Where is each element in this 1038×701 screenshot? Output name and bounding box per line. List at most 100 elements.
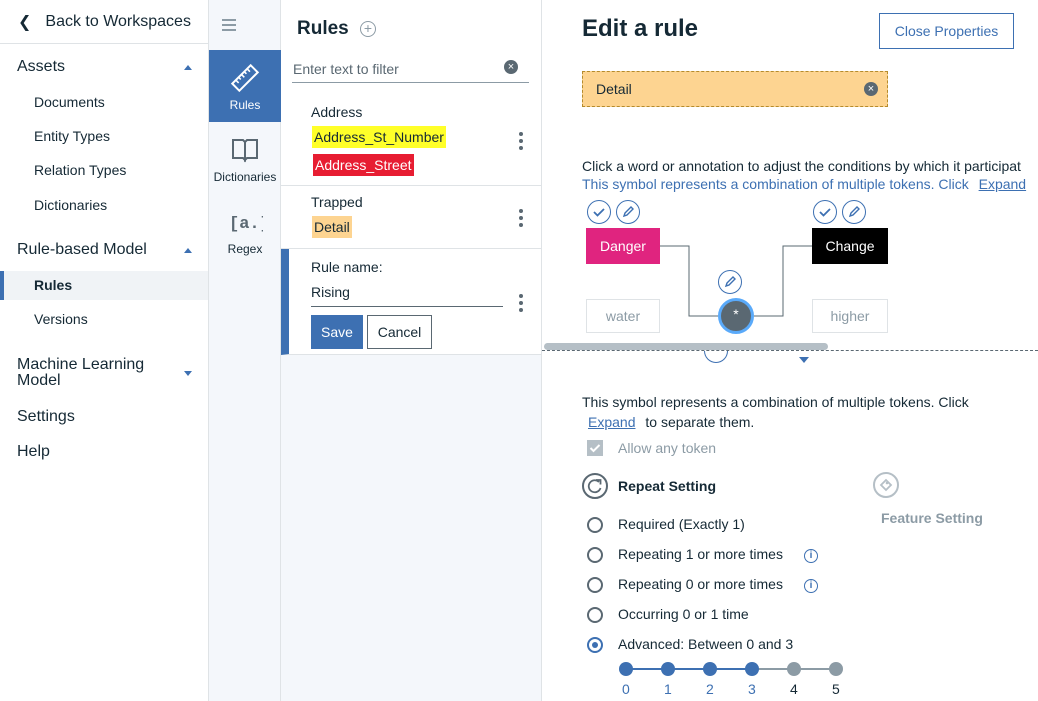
entity-type-box[interactable]: Detail — [582, 71, 888, 107]
overflow-menu-icon[interactable] — [519, 209, 523, 227]
ruler-icon — [230, 63, 260, 93]
token-group-star[interactable]: * — [718, 298, 754, 334]
radio-occurring-0-or-1[interactable] — [587, 607, 603, 623]
slider-tick-label: 2 — [706, 681, 714, 697]
feature-setting-title[interactable]: Feature Setting — [881, 510, 983, 526]
option-label: Required (Exactly 1) — [618, 516, 745, 532]
edit-rule-pane: Edit a rule Close Properties Detail × Cl… — [542, 0, 1038, 701]
feature-tag-icon[interactable] — [873, 472, 899, 498]
overflow-menu-icon[interactable] — [519, 294, 523, 312]
option-label: Occurring 0 or 1 time — [618, 606, 749, 622]
edit-pencil-icon[interactable] — [718, 270, 742, 294]
rail-label: Rules — [229, 98, 261, 112]
slider-track-active — [626, 668, 752, 670]
nav-item-rules[interactable]: Rules — [34, 277, 72, 293]
back-to-workspaces-link[interactable]: ❮ Back to Workspaces — [0, 0, 208, 44]
radio-advanced[interactable] — [587, 637, 603, 653]
info-icon[interactable]: i — [804, 549, 818, 563]
slider-step-dot[interactable] — [619, 662, 633, 676]
page-title: Edit a rule — [582, 15, 699, 42]
left-nav: ❮ Back to Workspaces Assets Documents En… — [0, 0, 209, 701]
filter-input[interactable] — [292, 55, 529, 83]
annotation-tag[interactable]: Detail — [312, 216, 352, 238]
allow-any-token-label: Allow any token — [618, 440, 717, 456]
option-label: Advanced: Between 0 and 3 — [618, 636, 794, 652]
slider-step-dot[interactable] — [745, 662, 759, 676]
rule-name: Trapped — [311, 194, 363, 210]
token-water[interactable]: water — [586, 299, 660, 333]
nav-active-indicator — [0, 271, 208, 300]
save-button[interactable]: Save — [311, 315, 363, 349]
detail-note-line1: This symbol represents a combination of … — [582, 394, 969, 410]
radio-repeating-1-or-more[interactable] — [587, 547, 603, 563]
token-danger[interactable]: Danger — [586, 228, 660, 264]
nav-section-label: Assets — [17, 58, 66, 75]
slider-step-dot[interactable] — [703, 662, 717, 676]
radio-required[interactable] — [587, 517, 603, 533]
nav-item-entity-types[interactable]: Entity Types — [34, 128, 110, 144]
nav-item-documents[interactable]: Documents — [34, 94, 105, 110]
caret-down-icon — [184, 371, 192, 376]
token-higher[interactable]: higher — [812, 299, 888, 333]
slider-step-dot[interactable] — [661, 662, 675, 676]
slider-step-dot[interactable] — [787, 662, 801, 676]
rules-title: Rules — [297, 18, 349, 39]
rules-panel-header: Rules + × — [281, 0, 541, 95]
check-circle-icon[interactable] — [587, 200, 611, 224]
nav-item-help[interactable]: Help — [17, 443, 50, 461]
nav-item-versions[interactable]: Versions — [34, 311, 88, 327]
expand-link[interactable]: Expand — [588, 414, 635, 430]
check-circle-icon[interactable] — [813, 200, 837, 224]
instruction-text: Click a word or annotation to adjust the… — [582, 158, 1021, 174]
slider-step-dot[interactable] — [829, 662, 843, 676]
rail-item-dictionaries[interactable]: Dictionaries — [209, 122, 281, 194]
edit-pencil-icon[interactable] — [616, 200, 640, 224]
regex-icon: [a.]+ — [229, 215, 263, 234]
caret-down-icon[interactable] — [799, 357, 809, 363]
rail-item-regex[interactable]: [a.]+ Regex — [209, 194, 281, 266]
nav-section-assets[interactable]: Assets — [17, 58, 192, 76]
rule-name-input[interactable]: Rising — [311, 283, 503, 307]
info-icon[interactable]: i — [804, 579, 818, 593]
nav-item-dictionaries[interactable]: Dictionaries — [34, 197, 107, 213]
allow-any-token-checkbox[interactable] — [587, 440, 603, 456]
rule-card-trapped[interactable]: Trapped Detail — [281, 186, 541, 249]
rule-name-label: Rule name: — [311, 259, 383, 275]
nav-section-ml-model[interactable]: Machine Learning Model — [17, 357, 192, 389]
slider-tick-label: 0 — [622, 681, 630, 697]
add-rule-icon[interactable]: + — [360, 21, 376, 37]
option-label: Repeating 0 or more times — [618, 576, 783, 592]
close-properties-button[interactable]: Close Properties — [879, 13, 1014, 49]
range-slider[interactable]: 0 1 2 3 4 5 — [542, 660, 1038, 701]
rule-name: Address — [311, 104, 363, 120]
rail-item-rules[interactable]: Rules — [209, 50, 281, 122]
rule-card-address[interactable]: Address Address_St_Number Address_Street — [281, 95, 541, 186]
rules-panel: Rules + × Address Address_St_Number Addr… — [281, 0, 542, 701]
slider-tick-label: 5 — [832, 681, 840, 697]
nav-section-rule-based-model[interactable]: Rule-based Model — [17, 241, 192, 259]
detail-note-line2: Expand to separate them. — [588, 414, 754, 430]
clear-filter-icon[interactable]: × — [504, 60, 518, 74]
nav-item-relation-types[interactable]: Relation Types — [34, 162, 126, 178]
partial-edit-icon — [704, 351, 728, 363]
clear-entity-icon[interactable]: × — [864, 82, 878, 96]
token-change[interactable]: Change — [812, 228, 888, 264]
slider-tick-label: 1 — [664, 681, 672, 697]
back-label: Back to Workspaces — [45, 12, 191, 30]
cancel-button[interactable]: Cancel — [367, 315, 432, 349]
edit-pencil-icon[interactable] — [842, 200, 866, 224]
radio-repeating-0-or-more[interactable] — [587, 577, 603, 593]
entity-label: Detail — [596, 81, 632, 97]
annotation-tag[interactable]: Address_St_Number — [312, 126, 446, 148]
annotation-tag[interactable]: Address_Street — [313, 154, 414, 176]
hamburger-menu-icon[interactable] — [222, 19, 236, 31]
overflow-menu-icon[interactable] — [519, 132, 523, 150]
scrollbar-thumb[interactable] — [544, 343, 828, 350]
nav-item-settings[interactable]: Settings — [17, 408, 75, 426]
svg-text:[a.]+: [a.]+ — [229, 215, 263, 234]
tool-rail: Rules Dictionaries [a.]+ Regex — [209, 0, 281, 701]
caret-up-icon — [184, 65, 192, 70]
repeat-setting-title: Repeat Setting — [618, 478, 717, 494]
option-label: Repeating 1 or more times — [618, 546, 783, 562]
horizontal-scrollbar[interactable] — [542, 342, 1038, 351]
